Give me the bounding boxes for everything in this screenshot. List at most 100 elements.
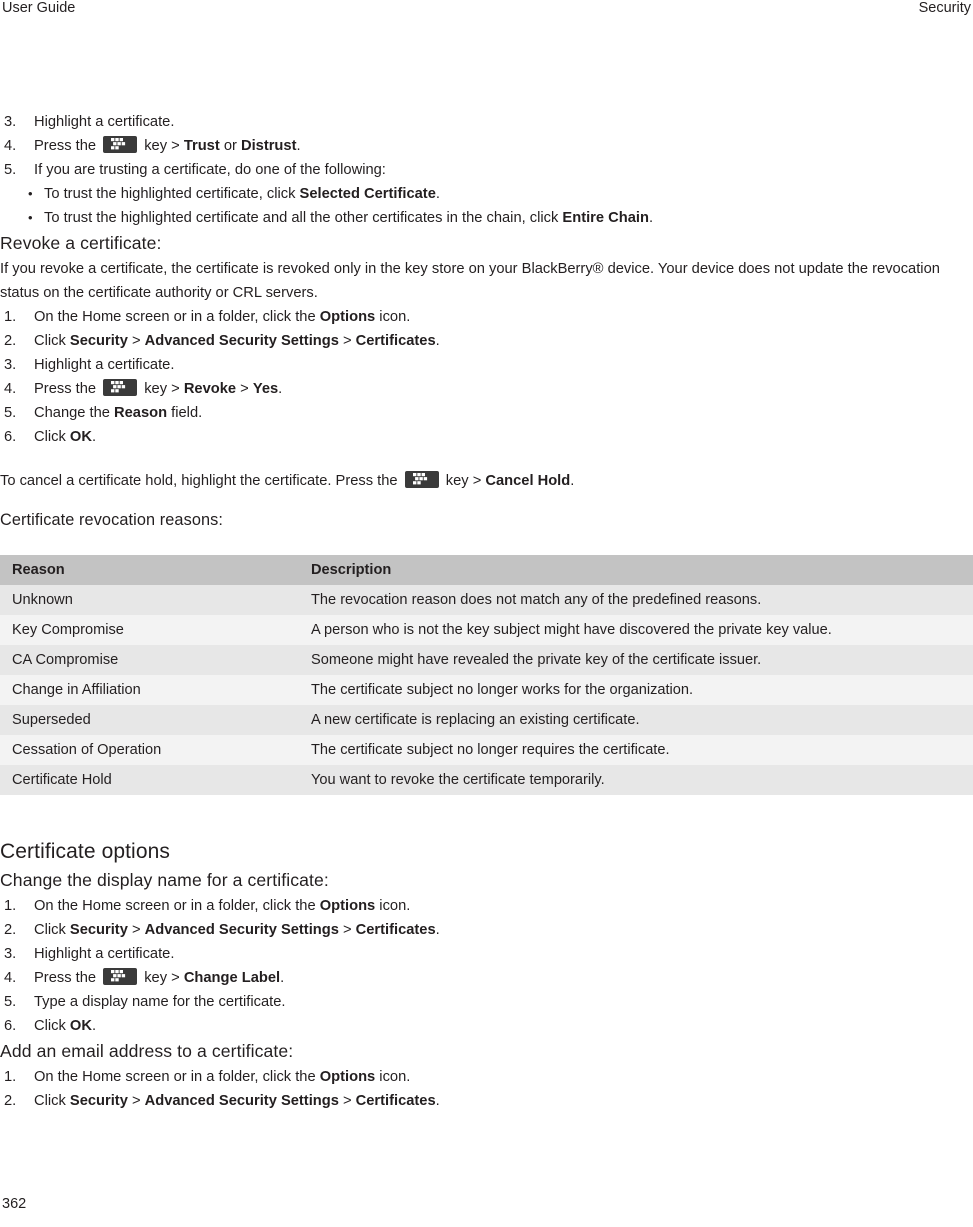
ui-term: Selected Certificate <box>299 186 436 202</box>
list-marker: 3. <box>4 114 17 130</box>
heading-certificate-options: Certificate options <box>0 840 170 863</box>
list-item-text: > <box>127 333 145 349</box>
list-marker: 1. <box>4 309 17 325</box>
list-item-text: > <box>338 333 356 349</box>
list-marker: 4. <box>4 970 17 986</box>
cell-description: The certificate subject no longer works … <box>299 675 973 705</box>
running-head-right: Security <box>918 0 971 16</box>
blackberry-menu-key-icon <box>103 968 138 985</box>
table-row: Cessation of Operation The certificate s… <box>0 735 973 765</box>
ui-term: Yes <box>252 381 279 397</box>
list-item-text: To trust the highlighted certificate, cl… <box>44 186 300 202</box>
heading-add-email-address: Add an email address to a certificate: <box>0 1041 294 1061</box>
page-content: 3. Highlight a certificate. 4. Press the… <box>0 110 973 1113</box>
cancel-hold-text: . <box>570 473 575 489</box>
list-marker: 5. <box>4 994 17 1010</box>
ui-term: Entire Chain <box>562 210 649 226</box>
list-marker: 5. <box>4 405 17 421</box>
cell-description: A new certificate is replacing an existi… <box>299 705 973 735</box>
table-row: CA Compromise Someone might have reveale… <box>0 645 973 675</box>
table-row: Change in Affiliation The certificate su… <box>0 675 973 705</box>
list-item-text: Press the <box>34 138 101 154</box>
list-item: 4. Press the key > Revoke > Yes. <box>0 377 973 401</box>
list-item-text: Click <box>34 1018 70 1034</box>
cell-reason: Unknown <box>0 585 299 615</box>
trust-certificate-bullets: • To trust the highlighted certificate, … <box>0 182 973 230</box>
list-item-text: > <box>236 381 253 397</box>
list-item: 1. On the Home screen or in a folder, cl… <box>0 1065 973 1089</box>
list-item: 2. Click Security > Advanced Security Se… <box>0 329 973 353</box>
list-item-text: . <box>435 186 440 202</box>
list-item-text: > <box>127 922 145 938</box>
list-marker: 6. <box>4 429 17 445</box>
add-email-address-steps: 1. On the Home screen or in a folder, cl… <box>0 1065 973 1113</box>
list-marker: 1. <box>4 1069 17 1085</box>
list-item-text: . <box>91 1018 97 1034</box>
ui-term: Security <box>69 333 128 349</box>
ui-term: Security <box>69 922 128 938</box>
ui-term: Certificates <box>355 333 436 349</box>
heading-revoke-a-certificate: Revoke a certificate: <box>0 233 162 253</box>
ui-term: Revoke <box>183 381 237 397</box>
ui-term: Advanced Security Settings <box>144 333 339 349</box>
list-item: 6. Click OK. <box>0 1014 973 1038</box>
ui-term: Certificates <box>355 1093 436 1109</box>
list-item-text: Click <box>34 922 70 938</box>
list-item-text: If you are trusting a certificate, do on… <box>34 162 386 178</box>
cancel-hold-text: key > <box>441 473 486 489</box>
list-item-text: Change the <box>34 405 115 421</box>
list-item: 3. Highlight a certificate. <box>0 942 973 966</box>
column-header-reason: Reason <box>0 555 299 585</box>
ui-term: Distrust <box>240 138 297 154</box>
list-item: 4. Press the key > Trust or Distrust. <box>0 134 973 158</box>
list-item-text: key > <box>140 138 184 154</box>
cell-reason: Key Compromise <box>0 615 299 645</box>
ui-term: OK <box>69 429 92 445</box>
ui-term: Reason <box>114 405 168 421</box>
list-item-text: key > <box>140 970 184 986</box>
running-head: User Guide Security <box>0 0 973 22</box>
ui-term: Advanced Security Settings <box>144 922 339 938</box>
list-item-text: icon. <box>375 898 411 914</box>
table-row: Certificate Hold You want to revoke the … <box>0 765 973 795</box>
list-marker: 3. <box>4 946 17 962</box>
table-header-row: Reason Description <box>0 555 973 585</box>
list-item-text: . <box>435 333 440 349</box>
list-item-text: Click <box>34 1093 70 1109</box>
list-item: 2. Click Security > Advanced Security Se… <box>0 1089 973 1113</box>
list-item: 4. Press the key > Change Label. <box>0 966 973 990</box>
list-marker: 4. <box>4 381 17 397</box>
list-item: • To trust the highlighted certificate, … <box>0 182 973 206</box>
revoke-intro-paragraph: If you revoke a certificate, the certifi… <box>0 261 940 301</box>
list-item-text: > <box>338 1093 356 1109</box>
ui-term: Change Label <box>183 970 281 986</box>
blackberry-menu-key-icon <box>404 471 439 488</box>
list-item: 1. On the Home screen or in a folder, cl… <box>0 894 973 918</box>
ui-term: Advanced Security Settings <box>144 1093 339 1109</box>
ui-term: OK <box>69 1018 92 1034</box>
list-item-text: Click <box>34 333 70 349</box>
cancel-hold-paragraph: To cancel a certificate hold, highlight … <box>0 469 973 493</box>
cell-description: The revocation reason does not match any… <box>299 585 973 615</box>
cell-reason: Cessation of Operation <box>0 735 299 765</box>
list-marker: 6. <box>4 1018 17 1034</box>
cell-reason: Superseded <box>0 705 299 735</box>
table-row: Key Compromise A person who is not the k… <box>0 615 973 645</box>
list-marker: 2. <box>4 1093 17 1109</box>
list-item-text: field. <box>167 405 203 421</box>
cell-description: You want to revoke the certificate tempo… <box>299 765 973 795</box>
list-item: 5. Type a display name for the certifica… <box>0 990 973 1014</box>
list-item-text: Type a display name for the certificate. <box>34 994 286 1010</box>
list-item-text: Press the <box>34 970 101 986</box>
list-item-text: Highlight a certificate. <box>34 114 175 130</box>
list-marker: 5. <box>4 162 17 178</box>
list-marker: 3. <box>4 357 17 373</box>
list-item: • To trust the highlighted certificate a… <box>0 206 973 230</box>
blackberry-menu-key-icon <box>103 136 138 153</box>
list-item: 3. Highlight a certificate. <box>0 110 973 134</box>
list-item: 5. If you are trusting a certificate, do… <box>0 158 973 182</box>
list-item: 6. Click OK. <box>0 425 973 449</box>
list-item-text: . <box>435 1093 440 1109</box>
list-item: 1. On the Home screen or in a folder, cl… <box>0 305 973 329</box>
page-number: 362 <box>2 1196 27 1212</box>
